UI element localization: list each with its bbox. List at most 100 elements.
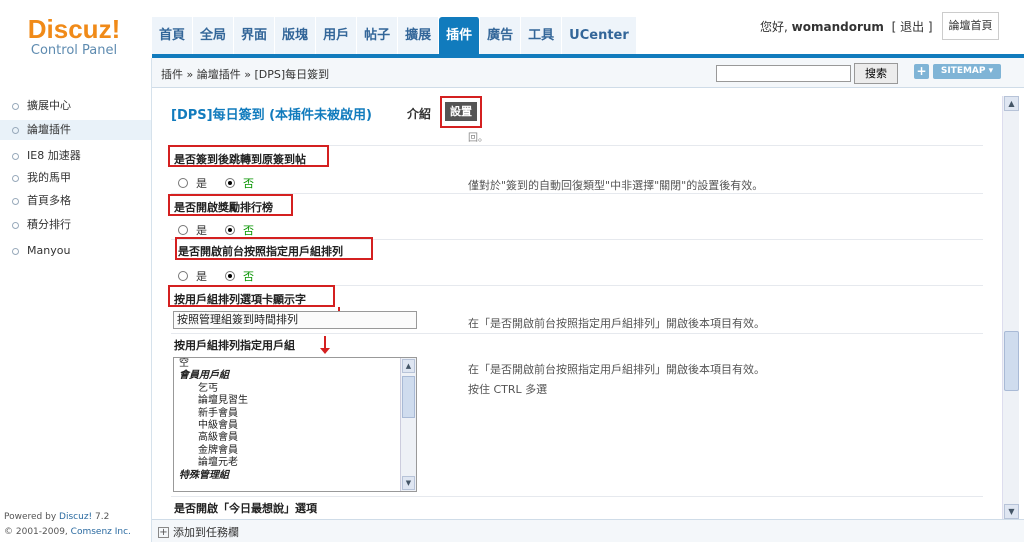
radio-group-ranking: 是 否 [178, 222, 272, 238]
radio-no[interactable] [225, 271, 235, 281]
list-option[interactable]: 特殊管理組 [174, 470, 416, 482]
bullet-icon [12, 153, 19, 160]
plugin-title: [DPS]每日簽到 (本插件未被啟用) [171, 108, 372, 123]
scroll-up-icon[interactable]: ▲ [1004, 96, 1019, 111]
radio-no[interactable] [225, 225, 235, 235]
nav-item[interactable]: 廣告 [480, 17, 522, 54]
list-option[interactable]: 空 [174, 358, 416, 370]
sidebar-item[interactable]: 我的馬甲 [0, 168, 151, 188]
scroll-down-icon[interactable]: ▼ [1004, 504, 1019, 519]
sidebar-item[interactable]: 首頁多格 [0, 191, 151, 211]
breadcrumb[interactable]: 插件 » 論壇插件 » [DPS]每日簽到 [161, 66, 329, 82]
list-option[interactable]: 乞丐 [174, 383, 416, 395]
nav-item[interactable]: 插件 [439, 17, 481, 54]
bullet-icon [12, 198, 19, 205]
sidebar-item[interactable]: Manyou [0, 241, 151, 261]
setting-label-tab-text: 按用戶組排列選項卡顯示字 [174, 293, 306, 306]
sidebar-item-label: 論壇插件 [27, 123, 71, 136]
nav-item[interactable]: 首頁 [152, 17, 194, 54]
sidebar-item[interactable]: 論壇插件 [0, 120, 151, 140]
list-option[interactable]: 中級會員 [174, 420, 416, 432]
list-option[interactable]: 新手會員 [174, 408, 416, 420]
sidebar-item-label: 我的馬甲 [27, 171, 71, 184]
radio-no-label: 否 [243, 224, 254, 237]
bullet-icon [12, 222, 19, 229]
radio-yes[interactable] [178, 271, 188, 281]
group-multiselect[interactable]: 空會員用戶組 乞丐 論壇見習生 新手會員 中級會員 高級會員 金牌會員 論壇元老 特殊管理組 ▲… [173, 357, 417, 492]
logout-link[interactable]: [ 退出 ] [892, 20, 933, 34]
sidebar-item[interactable]: 積分排行 [0, 215, 151, 235]
bottom-bar: + 添加到任務欄 [152, 519, 1024, 542]
radio-group-redirect: 是 否 [178, 175, 272, 191]
setting-label-today: 是否開啟「今日最想說」選項 [174, 502, 317, 515]
setting-label-ranking: 是否開啟獎勵排行榜 [174, 201, 273, 214]
bullet-icon [12, 103, 19, 110]
divider [171, 333, 983, 334]
add-to-taskbar[interactable]: + 添加到任務欄 [158, 524, 239, 540]
sidebar-item-label: Manyou [27, 244, 71, 257]
scroll-thumb[interactable] [402, 376, 415, 418]
sidebar-item-label: 首頁多格 [27, 194, 71, 207]
tab-settings[interactable]: 設置 [445, 102, 477, 121]
setting-label-group-order: 是否開啟前台按照指定用戶組排列 [178, 245, 343, 258]
nav-item[interactable]: 帖子 [357, 17, 399, 54]
list-option[interactable]: 金牌會員 [174, 445, 416, 457]
sidebar-item[interactable]: 擴展中心 [0, 96, 151, 116]
radio-yes[interactable] [178, 225, 188, 235]
main-content: [DPS]每日簽到 (本插件未被啟用) 介紹 設置 回。 是否簽到後跳轉到原簽到… [152, 89, 1002, 519]
powered-brand[interactable]: Discuz! [59, 512, 92, 522]
nav-item[interactable]: 工具 [521, 17, 563, 54]
sidebar-item-label: IE8 加速器 [27, 149, 81, 162]
scroll-up-icon[interactable]: ▲ [402, 359, 415, 373]
group-options: 空會員用戶組 乞丐 論壇見習生 新手會員 中級會員 高級會員 金牌會員 論壇元老 特殊管理組 [174, 358, 416, 482]
logo-subtitle: Control Panel [30, 43, 118, 58]
search-button[interactable]: 搜索 [854, 63, 898, 84]
nav-item[interactable]: 全局 [193, 17, 235, 54]
nav-item[interactable]: UCenter [562, 17, 637, 54]
scroll-down-icon[interactable]: ▼ [402, 476, 415, 490]
scroll-thumb[interactable] [1004, 331, 1019, 391]
setting-hint-redirect: 僅對於"簽到的自動回復類型"中非選擇"關閉"的設置後有效。 [468, 179, 764, 192]
radio-no[interactable] [225, 178, 235, 188]
search-input[interactable] [716, 65, 851, 82]
setting-label-redirect: 是否簽到後跳轉到原簽到帖 [174, 153, 306, 166]
forum-home-button[interactable]: 論壇首頁 [942, 12, 999, 40]
nav-item[interactable]: 擴展 [398, 17, 440, 54]
sidebar-item-label: 積分排行 [27, 218, 71, 231]
logo-brand: Discuz! [27, 14, 121, 44]
radio-yes-label: 是 [196, 270, 207, 283]
powered-prefix: Powered by [4, 512, 57, 522]
copyright-prefix: © 2001-2009, [4, 527, 68, 537]
page-scrollbar[interactable]: ▲ ▼ [1002, 96, 1019, 519]
list-option[interactable]: 會員用戶組 [174, 370, 416, 382]
logo[interactable]: Discuz! Control Panel [0, 14, 148, 58]
header: Discuz! Control Panel 首頁 全局 界面 版塊 用戶 帖子 擴展 插件 廣告… [0, 0, 1024, 58]
list-option[interactable]: 論壇元老 [174, 457, 416, 469]
listbox-scrollbar[interactable]: ▲ ▼ [400, 358, 416, 491]
radio-yes[interactable] [178, 178, 188, 188]
sidebar-item-label: 擴展中心 [27, 99, 71, 112]
tab-text-input[interactable]: 按照管理組簽到時間排列 [173, 311, 417, 329]
powered-by: Powered by Discuz! 7.2 © 2001-2009, Coms… [4, 510, 131, 540]
sidebar-item[interactable]: IE8 加速器 [0, 146, 151, 166]
list-option[interactable]: 高級會員 [174, 432, 416, 444]
top-nav: 首頁 全局 界面 版塊 用戶 帖子 擴展 插件 廣告 工具 UCenter [152, 17, 637, 54]
username: womandorum [791, 20, 884, 34]
nav-item[interactable]: 版塊 [275, 17, 317, 54]
sidebar: 擴展中心論壇插件 IE8 加速器 我的馬甲首頁多格積分排行 Manyou [0, 58, 152, 542]
copyright-brand[interactable]: Comsenz Inc. [71, 527, 131, 537]
radio-no-label: 否 [243, 177, 254, 190]
radio-no-label: 否 [243, 270, 254, 283]
truncated-hint: 回。 [468, 133, 488, 144]
greeting: 您好, [760, 20, 788, 34]
plus-icon[interactable]: + [914, 64, 929, 79]
nav-item[interactable]: 界面 [234, 17, 276, 54]
tab-intro[interactable]: 介紹 [407, 105, 431, 122]
bullet-icon [12, 248, 19, 255]
list-option[interactable]: 論壇見習生 [174, 395, 416, 407]
radio-yes-label: 是 [196, 177, 207, 190]
user-bar: 您好, womandorum [ 退出 ] [760, 18, 933, 35]
sitemap-button[interactable]: SITEMAP ▾ [933, 64, 1001, 79]
bullet-icon [12, 127, 19, 134]
nav-item[interactable]: 用戶 [316, 17, 358, 54]
